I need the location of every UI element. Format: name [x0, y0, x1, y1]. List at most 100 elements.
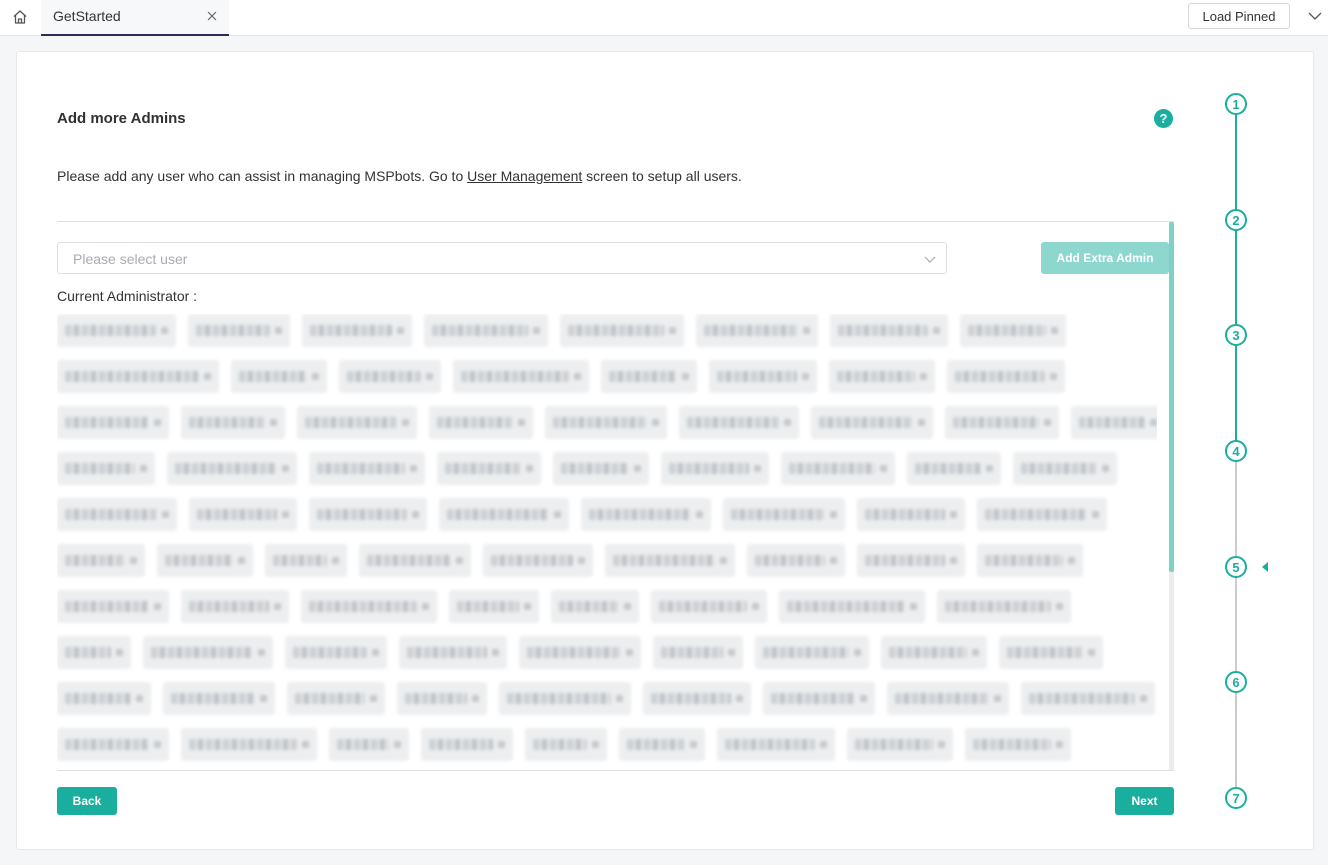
user-select[interactable]: Please select user [57, 242, 947, 274]
admin-chip[interactable] [424, 314, 548, 347]
home-icon[interactable] [8, 6, 32, 28]
admin-chip[interactable] [181, 406, 285, 439]
admin-chip[interactable] [439, 498, 569, 531]
help-icon[interactable]: ? [1154, 109, 1173, 128]
step-5[interactable]: 5 [1225, 556, 1247, 578]
admin-chip[interactable] [519, 636, 641, 669]
admin-chip[interactable] [397, 682, 487, 715]
step-7[interactable]: 7 [1225, 787, 1247, 809]
admin-chip[interactable] [499, 682, 631, 715]
admin-chip[interactable] [57, 314, 176, 347]
admin-chip[interactable] [977, 544, 1083, 577]
admin-chip[interactable] [483, 544, 593, 577]
admin-chip[interactable] [453, 360, 589, 393]
step-2[interactable]: 2 [1225, 209, 1247, 231]
admin-chip[interactable] [437, 452, 541, 485]
admin-chip[interactable] [651, 590, 767, 623]
admin-chip[interactable] [57, 360, 219, 393]
admin-chip[interactable] [643, 682, 751, 715]
admin-chip[interactable] [301, 590, 437, 623]
admin-chip[interactable] [57, 544, 145, 577]
admin-chip[interactable] [1013, 452, 1117, 485]
admin-chip[interactable] [581, 498, 711, 531]
admin-chip[interactable] [449, 590, 539, 623]
admin-chip[interactable] [907, 452, 1001, 485]
admin-chip[interactable] [525, 728, 607, 761]
tab-getstarted[interactable]: GetStarted [41, 0, 229, 36]
admin-chip[interactable] [887, 682, 1009, 715]
admin-chip[interactable] [231, 360, 327, 393]
admin-chip[interactable] [717, 728, 835, 761]
admin-chip[interactable] [947, 360, 1065, 393]
chevron-down-icon[interactable] [1306, 8, 1324, 24]
admin-chip[interactable] [285, 636, 387, 669]
add-extra-admin-button[interactable]: Add Extra Admin [1041, 242, 1169, 274]
admin-chip[interactable] [857, 498, 965, 531]
step-4[interactable]: 4 [1225, 440, 1247, 462]
admin-chip[interactable] [551, 590, 639, 623]
admin-chip[interactable] [339, 360, 441, 393]
admin-chip[interactable] [881, 636, 987, 669]
admin-chip[interactable] [302, 314, 412, 347]
admin-chip[interactable] [999, 636, 1103, 669]
admin-chip[interactable] [601, 360, 697, 393]
admin-chip[interactable] [937, 590, 1071, 623]
admin-chip[interactable] [167, 452, 297, 485]
back-button[interactable]: Back [57, 787, 117, 815]
admin-chip[interactable] [965, 728, 1071, 761]
admin-chip[interactable] [287, 682, 385, 715]
admin-chip[interactable] [163, 682, 275, 715]
step-1[interactable]: 1 [1225, 93, 1247, 115]
admin-chip[interactable] [857, 544, 965, 577]
admin-chip[interactable] [57, 498, 177, 531]
admin-chip[interactable] [57, 406, 169, 439]
admin-chip[interactable] [157, 544, 253, 577]
admin-chip[interactable] [1071, 406, 1157, 439]
admin-chip[interactable] [359, 544, 471, 577]
admin-chip[interactable] [181, 590, 289, 623]
admin-chip[interactable] [709, 360, 817, 393]
admin-chip[interactable] [189, 498, 297, 531]
close-icon[interactable] [205, 9, 219, 23]
admin-chip[interactable] [605, 544, 735, 577]
load-pinned-button[interactable]: Load Pinned [1188, 3, 1290, 29]
admin-chip[interactable] [429, 406, 533, 439]
admin-chip[interactable] [661, 452, 769, 485]
next-button[interactable]: Next [1115, 787, 1174, 815]
admin-chip[interactable] [829, 360, 935, 393]
admin-chip[interactable] [679, 406, 799, 439]
admin-chip[interactable] [755, 636, 869, 669]
admin-chip[interactable] [329, 728, 409, 761]
admin-chip[interactable] [399, 636, 507, 669]
admin-chip[interactable] [653, 636, 743, 669]
admin-chip[interactable] [297, 406, 417, 439]
admin-chip[interactable] [57, 636, 131, 669]
admin-chip[interactable] [696, 314, 818, 347]
step-3[interactable]: 3 [1225, 324, 1247, 346]
admin-chip[interactable] [830, 314, 948, 347]
admin-chip[interactable] [763, 682, 875, 715]
admin-chip[interactable] [960, 314, 1066, 347]
admin-chip[interactable] [57, 682, 151, 715]
admin-chip[interactable] [747, 544, 845, 577]
admin-chip[interactable] [619, 728, 705, 761]
admin-chip[interactable] [57, 452, 155, 485]
admin-chip[interactable] [811, 406, 933, 439]
admin-chip[interactable] [181, 728, 317, 761]
admin-chip[interactable] [553, 452, 649, 485]
admin-chip[interactable] [545, 406, 667, 439]
admin-chip[interactable] [560, 314, 684, 347]
admin-chip[interactable] [143, 636, 273, 669]
admin-chip[interactable] [265, 544, 347, 577]
admin-chip[interactable] [847, 728, 953, 761]
step-6[interactable]: 6 [1225, 671, 1247, 693]
admin-chip[interactable] [1021, 682, 1155, 715]
admin-chip[interactable] [977, 498, 1107, 531]
scrollbar-thumb[interactable] [1169, 222, 1174, 572]
admin-chip[interactable] [309, 452, 425, 485]
admin-chip[interactable] [421, 728, 513, 761]
admin-chip[interactable] [188, 314, 290, 347]
admin-chip[interactable] [57, 590, 169, 623]
admin-chip[interactable] [723, 498, 845, 531]
admin-chip[interactable] [945, 406, 1059, 439]
